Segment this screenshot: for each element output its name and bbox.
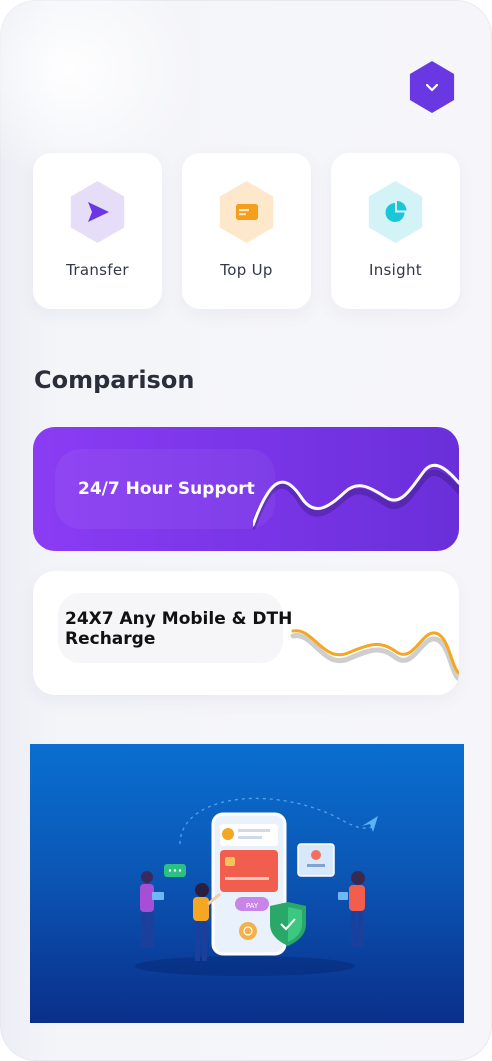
top-up-label: Top Up bbox=[220, 261, 273, 279]
chevron-down-icon bbox=[425, 83, 439, 92]
transfer-label: Transfer bbox=[66, 261, 129, 279]
card-icon bbox=[235, 204, 258, 220]
send-icon bbox=[87, 202, 109, 222]
wave-graphic bbox=[253, 463, 459, 530]
insight-label: Insight bbox=[369, 261, 422, 279]
pay-label: PAY bbox=[246, 902, 259, 910]
dropdown-button[interactable] bbox=[409, 61, 455, 113]
support-card-title: 24/7 Hour Support bbox=[78, 479, 255, 499]
recharge-comparison-card[interactable]: 24X7 Any Mobile & DTH Recharge bbox=[33, 571, 459, 695]
transfer-icon-badge bbox=[70, 181, 125, 243]
mobile-payment-illustration: PAY bbox=[30, 744, 464, 1023]
section-title: Comparison bbox=[34, 366, 195, 394]
top-up-card[interactable]: Top Up bbox=[182, 153, 311, 309]
top-up-icon-badge bbox=[219, 181, 274, 243]
insight-icon-badge bbox=[368, 181, 423, 243]
app-screen: Transfer Top Up Insight Comparison 24/7 … bbox=[0, 0, 492, 1061]
pie-chart-icon bbox=[385, 201, 406, 222]
support-comparison-card[interactable]: 24/7 Hour Support bbox=[33, 427, 459, 551]
transfer-card[interactable]: Transfer bbox=[33, 153, 162, 309]
insight-card[interactable]: Insight bbox=[331, 153, 460, 309]
wave-graphic bbox=[290, 629, 459, 681]
